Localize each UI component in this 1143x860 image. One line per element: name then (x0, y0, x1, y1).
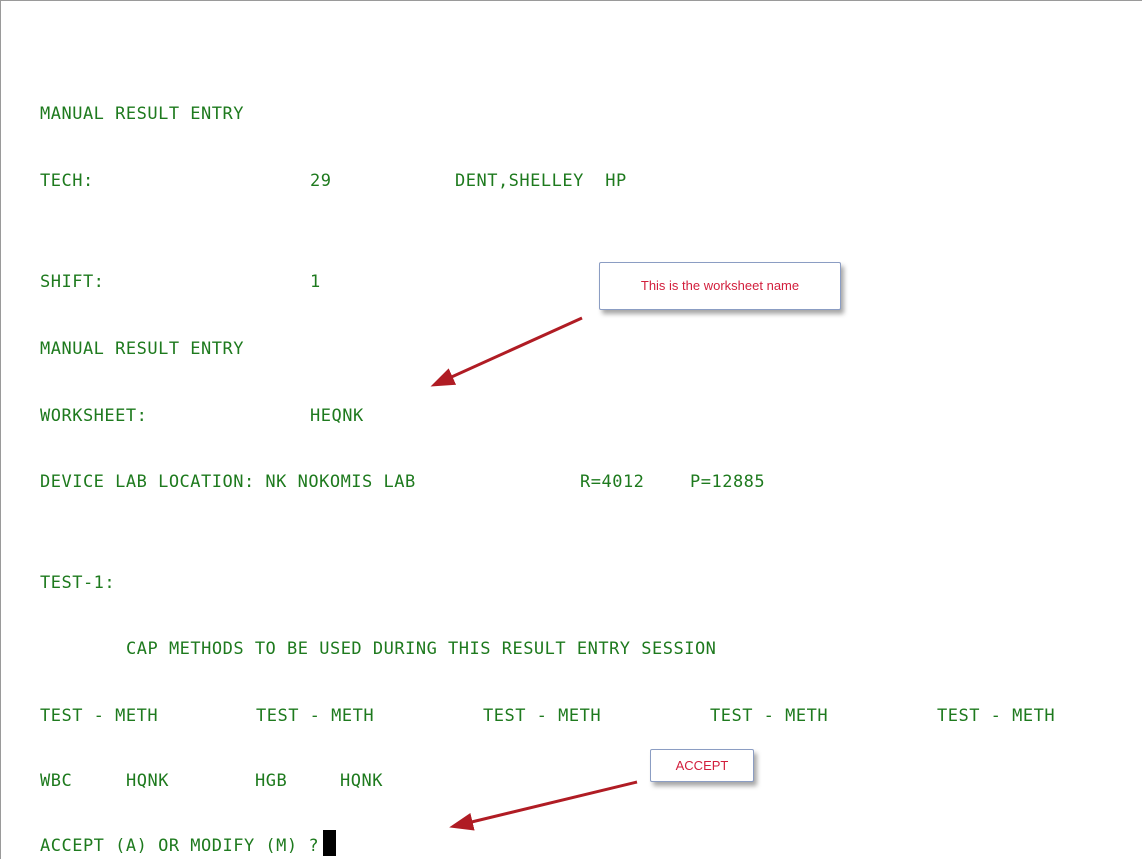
accept-arrow (449, 780, 638, 831)
worksheet-arrow (430, 316, 583, 387)
annotation-arrows (430, 316, 638, 831)
